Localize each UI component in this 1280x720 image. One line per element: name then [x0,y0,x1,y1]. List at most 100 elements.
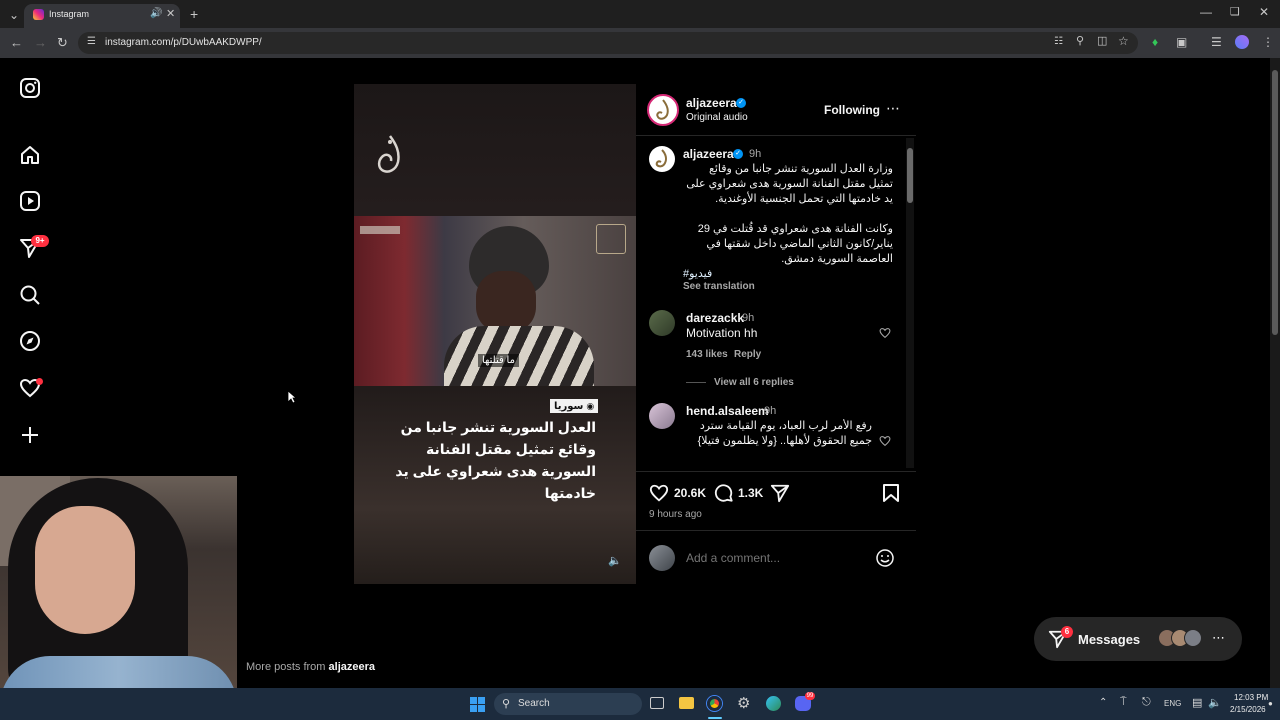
profile-avatar-icon[interactable] [1235,35,1249,49]
language-indicator[interactable]: ENG [1164,699,1181,708]
task-view-icon[interactable] [650,697,664,709]
view-replies-link[interactable]: View all 6 replies [714,377,794,388]
site-info-icon[interactable]: ☰ [87,37,96,47]
comment-count[interactable]: 1.3K [738,486,763,500]
translate-icon[interactable]: ☷ [1054,37,1063,47]
messages-more-icon: ⋯ [1212,630,1225,645]
video-headline: العدل السورية تنشر جانبا من وقائع تمثيل … [395,419,596,501]
actions-divider [636,471,916,472]
volume-icon[interactable]: 🔈 [1208,696,1222,709]
extensions-icon[interactable]: ▣ [1176,36,1187,48]
person-face [476,271,536,333]
current-user-avatar [649,545,675,571]
messages-avatar [1184,629,1202,647]
comment-bubble-icon[interactable] [714,483,734,503]
comment-like-heart-icon[interactable] [879,435,891,447]
post-video[interactable]: ما قتلتها سوريا ◉ العدل السورية تنشر جان… [354,84,636,584]
comments-scroll-thumb[interactable] [907,148,913,203]
reload-icon[interactable]: ↻ [57,36,68,49]
page-scroll-thumb[interactable] [1272,70,1278,335]
comment-reply-button[interactable]: Reply [734,349,761,360]
create-plus-icon[interactable] [19,424,41,446]
settings-gear-icon[interactable]: ⚙ [737,694,750,712]
like-count[interactable]: 20.6K [674,486,706,500]
see-translation-link[interactable]: See translation [683,281,755,292]
clock-date[interactable]: 2/15/2026 [1230,705,1266,714]
explore-compass-icon[interactable] [19,330,41,352]
shield-extension-icon[interactable]: ♦ [1152,36,1158,48]
location-pin-icon: ◉ [586,400,595,411]
save-bookmark-icon[interactable] [882,483,900,503]
caption-hashtag[interactable]: #فيديو [683,267,712,280]
taskbar-search-box[interactable]: ⚲ Search [494,693,642,715]
messages-button[interactable]: 6 Messages ⋯ [1034,617,1242,661]
address-bar[interactable]: ☰ instagram.com/p/DUwbAAKDWPP/ ☷ ⚲ ◫ ☆ [78,32,1138,54]
comments-scrollbar[interactable] [906,138,914,468]
microphone-icon[interactable]: ⎋ [1142,696,1151,709]
header-username[interactable]: aljazeera [686,96,737,110]
more-posts-account[interactable]: aljazeera [329,661,375,673]
windows-taskbar: ⚲ Search ⚙ 99 ⌃ ⍑ ⎋ ENG ▤ 🔈 12:03 PM 2/1… [0,688,1280,720]
posted-time: 9 hours ago [649,509,702,520]
forward-icon[interactable]: → [34,36,47,49]
bookmark-star-icon[interactable]: ☆ [1118,35,1129,47]
notification-dot [36,378,43,385]
comment-time: 9h [764,405,777,417]
caption-time: 9h [749,148,762,160]
page-scrollbar[interactable] [1270,58,1280,688]
instagram-favicon-icon [33,9,44,20]
messages-badge: 6 [1061,626,1073,638]
media-control-icon[interactable]: ☰ [1211,36,1222,48]
window-close-icon[interactable]: ✕ [1259,6,1269,18]
account-avatar[interactable] [647,94,679,126]
tray-chevron-icon[interactable]: ⌃ [1099,697,1107,708]
location-tag: سوريا ◉ [550,399,599,413]
webcam-face [35,506,135,634]
comment-username[interactable]: hend.alsaleem [686,404,769,418]
windows-start-icon[interactable] [470,697,485,712]
original-audio-link[interactable]: Original audio [686,112,748,123]
following-button[interactable]: Following [824,103,880,117]
video-caption: ما قتلتها [478,354,519,367]
browser-tab[interactable]: Instagram 🔊 ✕ [24,4,180,28]
like-heart-icon[interactable] [649,483,669,503]
back-icon[interactable]: ← [10,36,23,49]
tab-close-icon[interactable]: ✕ [166,9,175,20]
comment-username[interactable]: darezackk [686,311,744,325]
comment-likes[interactable]: 143 likes [686,349,728,360]
new-tab-icon[interactable]: + [190,7,198,21]
webcam-overlay [0,476,237,720]
zoom-icon[interactable]: ⚲ [1076,36,1084,47]
comment-avatar[interactable] [649,403,675,429]
comment-time: 9h [742,312,755,324]
share-icon[interactable] [770,483,790,503]
caption-avatar[interactable] [649,146,675,172]
minimize-icon[interactable]: — [1200,6,1212,18]
mute-icon[interactable]: 🔈 [608,556,622,567]
file-explorer-icon[interactable] [679,697,694,709]
tab-search-icon[interactable]: ⌄ [9,9,19,21]
comment-like-heart-icon[interactable] [879,327,891,339]
install-icon[interactable]: ◫ [1097,36,1107,47]
display-icon[interactable]: ▤ [1192,696,1202,709]
network-icon[interactable]: ⍑ [1120,696,1127,709]
edge-icon[interactable] [766,696,781,711]
aljazeera-logo-icon [377,135,400,173]
home-icon[interactable] [19,144,41,166]
video-frame: ما قتلتها [354,216,636,386]
search-icon[interactable] [19,284,41,306]
clock-time[interactable]: 12:03 PM [1234,693,1268,702]
add-comment-input[interactable] [686,550,866,566]
chrome-icon[interactable] [707,696,722,711]
notification-center-icon[interactable]: ● [1268,699,1273,708]
emoji-icon[interactable] [876,549,894,567]
more-options-icon[interactable]: ⋯ [886,100,900,117]
instagram-logo-icon[interactable] [19,77,41,99]
comment-text: Motivation hh [686,326,758,340]
comment-avatar[interactable] [649,310,675,336]
tab-audio-icon[interactable]: 🔊 [150,9,162,19]
reels-icon[interactable] [19,190,41,212]
restore-icon[interactable]: ❑ [1230,7,1240,18]
caption-username[interactable]: aljazeera [683,147,734,161]
browser-menu-icon[interactable]: ⋮ [1262,36,1274,48]
